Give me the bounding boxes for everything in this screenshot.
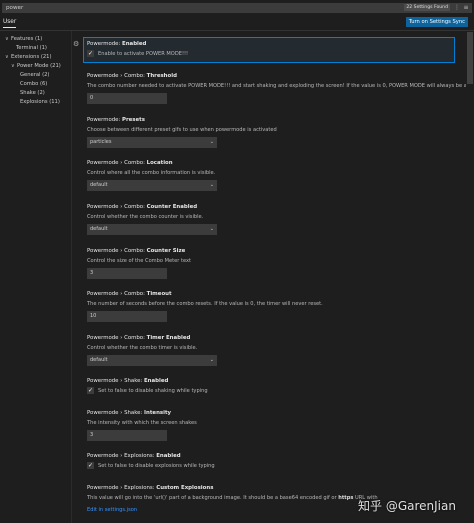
setting-title: Powermode › Combo: Location — [87, 160, 173, 166]
settings-found-badge: 22 Settings Found — [404, 4, 450, 11]
timeout-input[interactable]: 10 — [87, 311, 167, 322]
toc-item-general[interactable]: General (2) — [20, 72, 49, 78]
checkbox-label: Set to false to disable explosions while… — [98, 462, 215, 469]
setting-title: Powermode › Explosions: Custom Explosion… — [87, 485, 214, 491]
setting-combo-location: Powermode › Combo: Location Control wher… — [87, 160, 457, 191]
setting-title: Powermode › Combo: Timeout — [87, 291, 172, 297]
setting-description: The intensity with which the screen shak… — [87, 420, 197, 426]
setting-combo-threshold: Powermode › Combo: Threshold The combo n… — [87, 73, 474, 104]
setting-combo-timeout: Powermode › Combo: Timeout The number of… — [87, 291, 457, 322]
gear-icon[interactable]: ⚙ — [73, 40, 79, 48]
checkbox-label: Set to false to disable shaking while ty… — [98, 387, 208, 394]
setting-title: Powermode › Shake: Enabled — [87, 378, 169, 384]
setting-powermode-enabled: Powermode: Enabled ✓ Enable to activate … — [87, 41, 457, 57]
enabled-checkbox[interactable]: ✓ — [87, 50, 94, 57]
setting-title: Powermode: Enabled — [87, 41, 147, 47]
setting-combo-counter-enabled: Powermode › Combo: Counter Enabled Contr… — [87, 204, 457, 235]
turn-on-settings-sync-button[interactable]: Turn on Settings Sync — [405, 17, 468, 27]
setting-title: Powermode › Combo: Counter Enabled — [87, 204, 198, 210]
shake-enabled-checkbox[interactable]: ✓ — [87, 387, 94, 394]
location-select[interactable]: default ⌄ — [87, 180, 217, 191]
chevron-down-icon: ⌄ — [209, 226, 214, 232]
counter-size-input[interactable]: 3 — [87, 268, 167, 279]
chevron-down-icon: ⌄ — [209, 182, 214, 188]
toc-item-terminal[interactable]: Terminal (1) — [16, 45, 47, 51]
presets-select[interactable]: particles ⌄ — [87, 137, 217, 148]
setting-explosions-enabled: Powermode › Explosions: Enabled ✓ Set to… — [87, 453, 457, 469]
setting-description: Control the size of the Combo Meter text — [87, 258, 192, 264]
setting-combo-counter-size: Powermode › Combo: Counter Size Control … — [87, 248, 457, 279]
setting-title: Powermode › Explosions: Enabled — [87, 453, 181, 459]
setting-shake-enabled: Powermode › Shake: Enabled ✓ Set to fals… — [87, 378, 457, 394]
setting-presets: Powermode: Presets Choose between differ… — [87, 117, 457, 148]
toc-item-explosions[interactable]: Explosions (11) — [20, 99, 60, 105]
clear-icon[interactable]: ≡ — [463, 4, 469, 11]
checkbox-row: ✓ Set to false to disable explosions whi… — [87, 462, 457, 469]
tab-user[interactable]: User — [3, 19, 17, 28]
chevron-down-icon: ⌄ — [209, 139, 214, 145]
filter-icon[interactable]: ⋮ — [454, 4, 460, 11]
setting-title: Powermode › Combo: Timer Enabled — [87, 335, 191, 341]
intensity-input[interactable]: 3 — [87, 430, 167, 441]
toc-sash[interactable] — [71, 31, 72, 523]
toc-item-features[interactable]: ∨ Features (1) — [5, 36, 42, 42]
toc-item-combo[interactable]: Combo (6) — [20, 81, 47, 87]
search-input[interactable]: power — [2, 3, 472, 13]
setting-title: Powermode: Presets — [87, 117, 145, 123]
setting-description: Control whether the combo counter is vis… — [87, 214, 204, 220]
checkbox-row: ✓ Enable to activate POWER MODE!!! — [87, 50, 457, 57]
threshold-input[interactable]: 0 — [87, 93, 167, 104]
scrollbar-thumb[interactable] — [467, 32, 473, 84]
setting-title: Powermode › Shake: Intensity — [87, 410, 172, 416]
setting-description: The combo number needed to activate POWE… — [87, 83, 474, 89]
setting-description: Control where all the combo information … — [87, 170, 216, 176]
setting-title: Powermode › Combo: Threshold — [87, 73, 177, 79]
watermark: 知乎 @GarenJian — [358, 499, 456, 513]
chevron-down-icon: ⌄ — [209, 357, 214, 363]
setting-description: The number of seconds before the combo r… — [87, 301, 323, 307]
search-header: power 22 Settings Found ⋮ ≡ User Turn on… — [0, 0, 474, 30]
toc-item-shake[interactable]: Shake (2) — [20, 90, 45, 96]
scrollbar[interactable] — [466, 31, 474, 523]
setting-combo-timer-enabled: Powermode › Combo: Timer Enabled Control… — [87, 335, 457, 366]
setting-title: Powermode › Combo: Counter Size — [87, 248, 186, 254]
timer-enabled-select[interactable]: default ⌄ — [87, 355, 217, 366]
checkbox-row: ✓ Set to false to disable shaking while … — [87, 387, 457, 394]
counter-enabled-select[interactable]: default ⌄ — [87, 224, 217, 235]
setting-description: Choose between different preset gifs to … — [87, 127, 277, 133]
toc-item-power-mode[interactable]: ∨ Power Mode (21) — [11, 63, 61, 69]
checkbox-label: Enable to activate POWER MODE!!! — [98, 50, 189, 57]
setting-shake-intensity: Powermode › Shake: Intensity The intensi… — [87, 410, 457, 441]
toc-item-extensions[interactable]: ∨ Extensions (21) — [5, 54, 51, 60]
setting-description: Control whether the combo timer is visib… — [87, 345, 198, 351]
explosions-enabled-checkbox[interactable]: ✓ — [87, 462, 94, 469]
